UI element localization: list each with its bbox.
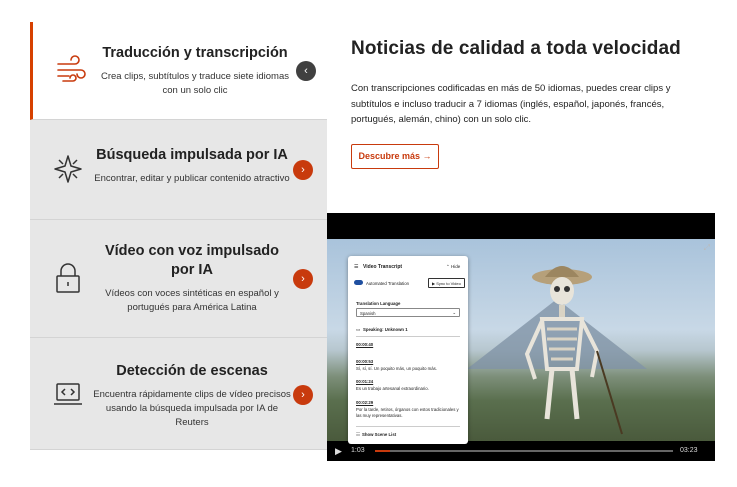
video-controls: ▶ 1:03 03:23 bbox=[327, 441, 715, 461]
panel-title: Noticias de calidad a toda velocidad bbox=[351, 38, 681, 59]
transcript-title: Video Transcript bbox=[363, 264, 403, 270]
timestamp-link[interactable]: 00:01:24 bbox=[356, 379, 373, 384]
language-select[interactable]: Spanish ⌄ bbox=[356, 308, 460, 317]
hide-label: Hide bbox=[451, 264, 461, 269]
video-transcript-panel: ☰ Video Transcript ⌃ Hide Automated Tran… bbox=[348, 256, 468, 444]
chevron-right-icon[interactable]: › bbox=[293, 160, 313, 180]
feature-detail-panel: Noticias de calidad a toda velocidad Con… bbox=[327, 0, 715, 213]
laptop-code-icon bbox=[52, 378, 84, 410]
speaker-label: Speaking: Unknown 1 bbox=[363, 327, 408, 332]
page: Traducción y transcripción Crea clips, s… bbox=[0, 0, 737, 487]
chevron-down-icon: ⌄ bbox=[452, 310, 456, 315]
learn-more-button[interactable]: Descubre más → bbox=[351, 144, 439, 169]
current-time: 1:03 bbox=[351, 447, 365, 454]
divider bbox=[356, 426, 460, 427]
feature-card-translation[interactable]: Traducción y transcripción Crea clips, s… bbox=[30, 22, 327, 120]
chevron-right-icon[interactable]: › bbox=[293, 385, 313, 405]
timestamp-link[interactable]: 00:00:40 bbox=[356, 342, 373, 347]
panel-description: Con transcripciones codificadas en más d… bbox=[351, 83, 671, 125]
wind-lines-icon bbox=[55, 55, 87, 87]
feature-card-scene-detection[interactable]: Detección de escenas Encuentra rápidamen… bbox=[30, 338, 327, 450]
timestamp-link[interactable]: 00:00:53 bbox=[356, 359, 373, 364]
duration: 03:23 bbox=[680, 447, 698, 454]
progress-track[interactable] bbox=[375, 450, 673, 452]
automated-translation-label: Automated Translation bbox=[366, 281, 409, 286]
menu-icon[interactable]: ☰ bbox=[354, 264, 358, 270]
progress-fill bbox=[375, 450, 390, 452]
sparkle-icon bbox=[52, 153, 84, 185]
speech-bubble-icon: ▭ bbox=[356, 327, 361, 332]
feature-title: Detección de escenas bbox=[116, 363, 268, 379]
chevron-left-icon[interactable]: ‹ bbox=[296, 61, 316, 81]
learn-more-label: Descubre más bbox=[358, 151, 421, 161]
feature-title: Búsqueda impulsada por IA bbox=[96, 147, 288, 163]
transcript-line: Sí, sí, sí. Un poquito más, un poquito m… bbox=[356, 366, 437, 371]
feature-desc: Crea clips, subtítulos y traduce siete i… bbox=[101, 71, 289, 96]
feature-desc: Encontrar, editar y publicar contenido a… bbox=[94, 173, 290, 184]
show-scene-list-button[interactable]: Show Scene List bbox=[362, 432, 396, 437]
feature-desc: Encuentra rápidamente clips de vídeo pre… bbox=[93, 389, 291, 428]
feature-title: Traducción y transcripción bbox=[102, 45, 288, 61]
play-icon[interactable]: ▶ bbox=[335, 446, 342, 457]
feature-desc: Vídeos con voces sintéticas en español y… bbox=[105, 288, 279, 313]
automated-translation-toggle[interactable] bbox=[354, 280, 363, 285]
play-icon: ▶ bbox=[432, 280, 436, 286]
timestamp-link[interactable]: 00:02:29 bbox=[356, 400, 373, 405]
hide-button[interactable]: ⌃ Hide bbox=[446, 264, 460, 270]
feature-list: Traducción y transcripción Crea clips, s… bbox=[30, 22, 327, 450]
feature-card-search[interactable]: Búsqueda impulsada por IA Encontrar, edi… bbox=[30, 120, 327, 220]
transcript-line: Es un trabajo artesanal extraordinario. bbox=[356, 386, 429, 391]
transcript-line: Por la tarde, retiros, órganos con estos… bbox=[356, 407, 459, 418]
chevron-up-icon: ⌃ bbox=[446, 264, 450, 269]
lock-icon bbox=[52, 262, 84, 294]
arrow-right-icon: → bbox=[422, 151, 432, 161]
feature-card-ai-voice[interactable]: Vídeo con voz impulsado por IA Vídeos co… bbox=[30, 220, 327, 338]
list-icon: ☷ bbox=[356, 432, 360, 437]
sync-label: Sync to Video bbox=[436, 280, 461, 286]
feature-title: Vídeo con voz impulsado por IA bbox=[104, 243, 280, 278]
divider bbox=[356, 336, 460, 337]
language-label: Translation Language bbox=[356, 301, 401, 306]
language-value: Spanish bbox=[360, 311, 376, 316]
skeleton-figure bbox=[524, 266, 623, 435]
fullscreen-icon[interactable]: ⤢ bbox=[704, 243, 710, 253]
sync-to-video-button[interactable]: ▶ Sync to Video bbox=[428, 278, 465, 288]
chevron-right-icon[interactable]: › bbox=[293, 269, 313, 289]
